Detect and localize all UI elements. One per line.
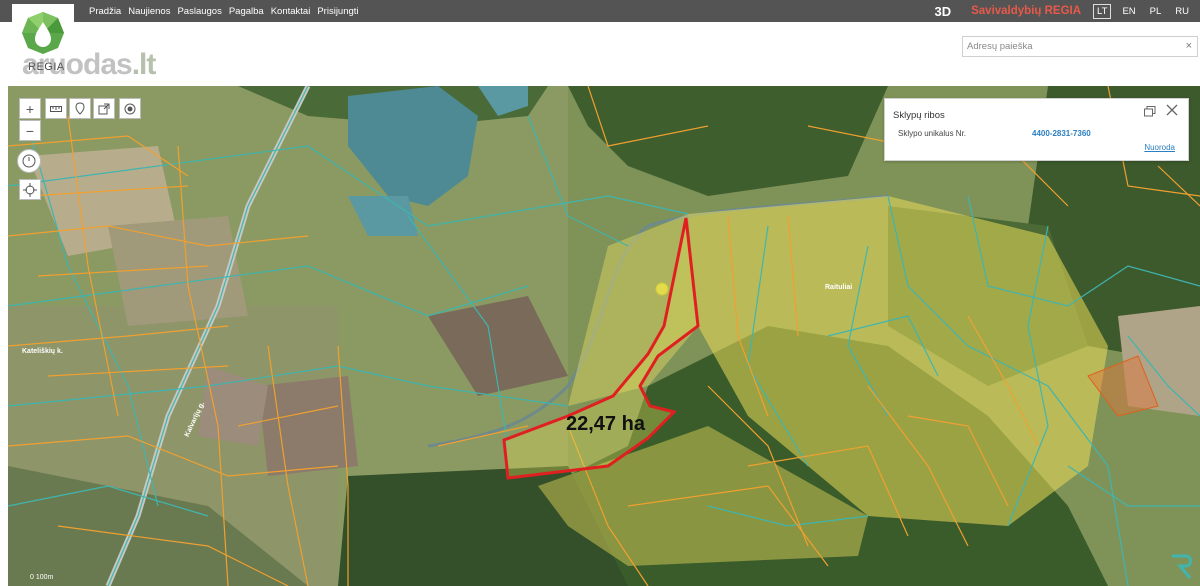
measure-button[interactable] (45, 98, 67, 119)
close-icon[interactable] (1166, 104, 1178, 119)
3d-button[interactable]: 3D (934, 4, 951, 19)
lang-en[interactable]: EN (1119, 5, 1138, 18)
address-search-input[interactable]: Adresų paieška × (962, 36, 1198, 57)
map-imagery (8, 86, 1200, 586)
location-button[interactable] (69, 98, 91, 119)
top-bar: Pradžia Naujienos Paslaugos Pagalba Kont… (0, 0, 1200, 22)
right-nav: 3D Savivaldybių REGIA LT EN PL RU (934, 0, 1192, 22)
record-button[interactable] (119, 98, 141, 119)
target-dot-icon (124, 103, 136, 114)
area-label: 22,47 ha (566, 413, 645, 435)
clock-icon (22, 154, 36, 168)
parcel-marker (655, 282, 669, 296)
restore-icon[interactable] (1144, 106, 1156, 120)
nav-paslaugos[interactable]: Paslaugos (177, 6, 221, 17)
search-placeholder: Adresų paieška (967, 41, 1033, 52)
regia-mark-icon (1172, 554, 1192, 579)
brand-title: Savivaldybių REGIA (971, 5, 1082, 17)
parcel-id-value[interactable]: 4400-2831-7360 (1032, 129, 1091, 138)
nav-pradzia[interactable]: Pradžia (89, 6, 121, 17)
popup-title: Sklypų ribos (893, 110, 945, 121)
history-button[interactable] (17, 149, 41, 173)
parcel-info-popup: Sklypų ribos Sklypo unikalus Nr. 4400-28… (884, 98, 1189, 161)
zoom-in-button[interactable]: + (19, 98, 41, 119)
locate-me-button[interactable] (19, 179, 41, 200)
watermark-text: aruodas (22, 48, 133, 81)
nav-pagalba[interactable]: Pagalba (229, 6, 264, 17)
lang-pl[interactable]: PL (1147, 5, 1165, 18)
scale-bar: 0 100m (30, 574, 54, 581)
share-icon (98, 103, 110, 114)
crosshair-icon (23, 182, 37, 197)
parcel-id-label: Sklypo unikalus Nr. (898, 129, 967, 138)
regia-corner-logo (1168, 552, 1194, 582)
watermark: aruodas.lt (22, 48, 157, 82)
village-label: Raituliai (825, 284, 853, 291)
lang-ru[interactable]: RU (1172, 5, 1192, 18)
place-label: Kateliškių k. (22, 348, 63, 355)
nav-prisijungti[interactable]: Prisijungti (317, 6, 358, 17)
ruler-icon (50, 105, 62, 112)
main-nav: Pradžia Naujienos Paslaugos Pagalba Kont… (89, 0, 359, 22)
link-button[interactable]: Nuoroda (1144, 143, 1175, 152)
watermark-suffix: .lt (131, 48, 157, 81)
export-button[interactable] (93, 98, 115, 119)
map-pin-icon (75, 102, 85, 115)
map-canvas[interactable]: Kateliškių k. Raituliai Kalvarijų g. (8, 86, 1200, 586)
nav-kontaktai[interactable]: Kontaktai (271, 6, 311, 17)
zoom-out-button[interactable]: − (19, 120, 41, 141)
nav-naujienos[interactable]: Naujienos (128, 6, 170, 17)
lang-lt[interactable]: LT (1093, 3, 1112, 19)
close-icon[interactable]: × (1186, 40, 1192, 52)
